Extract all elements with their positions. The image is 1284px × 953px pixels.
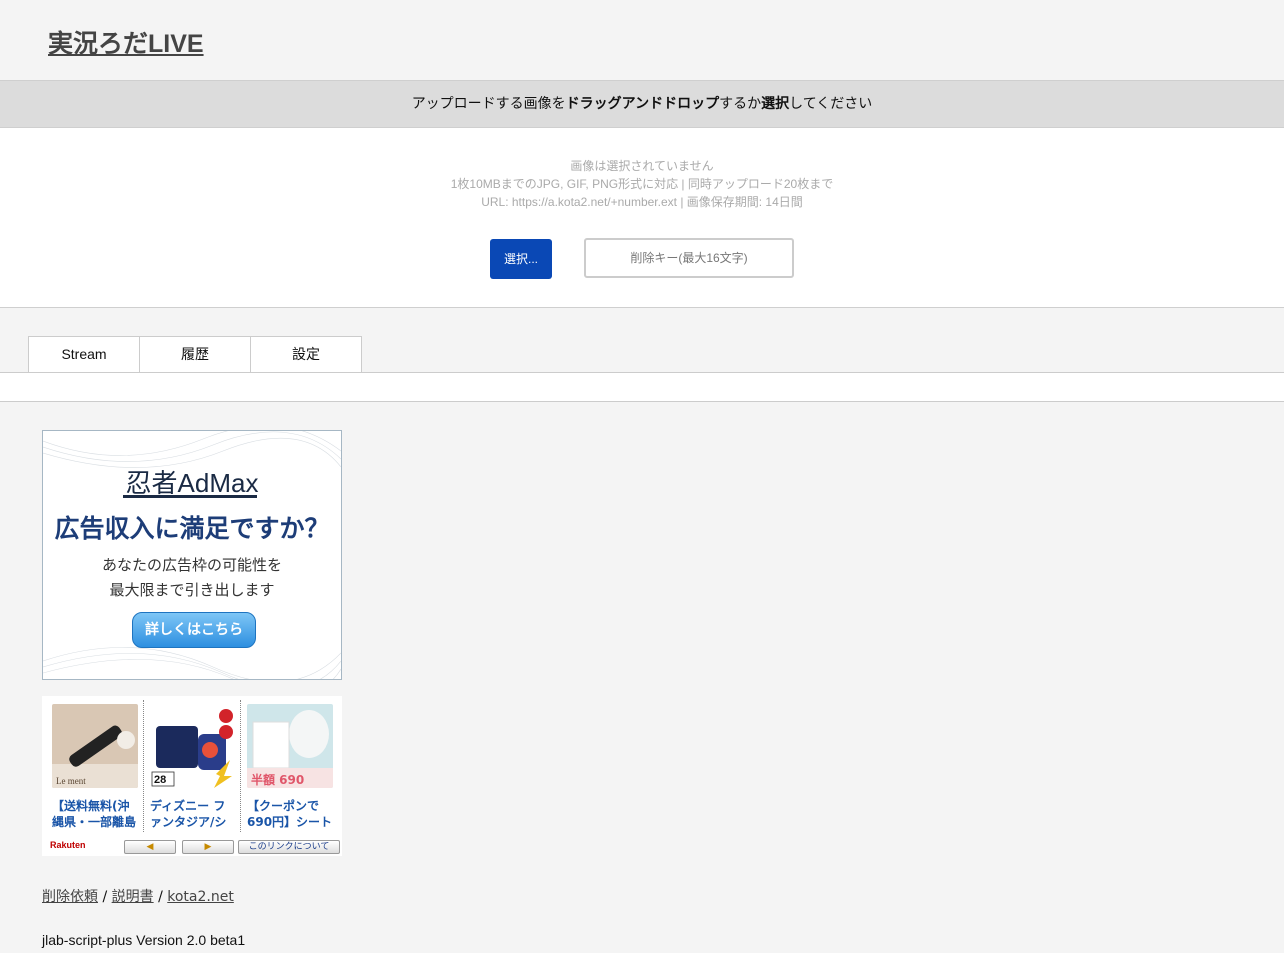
admax-brand-underline	[123, 495, 257, 498]
right-arrow-icon[interactable]: ▶	[182, 840, 234, 854]
rakuten-ad: Le ment 【送料無料(沖縄県・一部離島 28 ディズニー ファンタジア/シ…	[42, 696, 342, 856]
about-link-button[interactable]: このリンクについて	[238, 840, 340, 854]
header: 実況ろだLIVE	[0, 0, 1284, 80]
drop-text-select: 選択	[761, 96, 790, 112]
kota2-link[interactable]: kota2.net	[167, 889, 234, 905]
product-card-3[interactable]: 半額 690 【クーポンで690円】シート	[247, 704, 333, 830]
admax-cta-button[interactable]: 詳しくはこちら	[132, 612, 256, 648]
delete-key-input[interactable]: 削除キー(最大16文字)	[584, 238, 794, 278]
product-1-caption: Le ment	[56, 776, 86, 786]
upload-url-info: URL: https://a.kota2.net/+number.ext | 画…	[481, 195, 803, 209]
admax-banner[interactable]: 忍者AdMax 広告収入に満足ですか？ あなたの広告枠の可能性を 最大限まで引き…	[42, 430, 342, 680]
product-card-1[interactable]: Le ment 【送料無料(沖縄県・一部離島	[52, 704, 138, 830]
admax-headline: 広告収入に満足ですか？	[54, 514, 330, 543]
product-3-caption: 半額 690	[251, 772, 304, 787]
rakuten-ad-footer: Rakuten ◀ ▶ このリンクについて	[42, 838, 342, 856]
delete-request-link[interactable]: 削除依頼	[42, 889, 98, 905]
manual-link[interactable]: 説明書	[112, 889, 154, 905]
drop-zone[interactable]: アップロードする画像をドラッグアンドドロップするか選択してください	[0, 80, 1284, 128]
select-file-button[interactable]: 選択...	[490, 239, 552, 279]
upload-info: 画像は選択されていません 1枚10MBまでのJPG, GIF, PNG形式に対応…	[0, 157, 1284, 211]
product-card-2[interactable]: 28 ディズニー ファンタジア/シ	[150, 704, 236, 830]
upload-limits: 1枚10MBまでのJPG, GIF, PNG形式に対応 | 同時アップロード20…	[450, 177, 834, 191]
drop-text-drag: ドラッグアンドドロップ	[565, 96, 720, 112]
tab-panel	[0, 372, 1284, 402]
drop-text-middle: するか	[719, 96, 762, 112]
admax-sub-line2: 最大限まで引き出します	[109, 581, 275, 599]
separator	[240, 700, 241, 832]
product-1-title[interactable]: 【送料無料(沖縄県・一部離島	[52, 798, 138, 830]
product-2-title[interactable]: ディズニー ファンタジア/シ	[150, 798, 236, 830]
admax-subtext: あなたの広告枠の可能性を 最大限まで引き出します	[43, 553, 341, 603]
tab-history[interactable]: 履歴	[139, 336, 251, 372]
tab-settings[interactable]: 設定	[250, 336, 362, 372]
drop-text-suffix: してください	[789, 96, 873, 112]
footer-separator: /	[98, 889, 112, 905]
separator	[143, 700, 144, 832]
product-2-caption: 28	[154, 774, 166, 786]
drop-text-prefix: アップロードする画像を	[411, 96, 566, 112]
footer-links: 削除依頼 / 説明書 / kota2.net	[42, 886, 234, 906]
upload-panel: 画像は選択されていません 1枚10MBまでのJPG, GIF, PNG形式に対応…	[0, 128, 1284, 308]
rakuten-logo[interactable]: Rakuten	[50, 840, 86, 850]
face-mask-image: 半額 690	[247, 704, 333, 788]
product-3-title[interactable]: 【クーポンで690円】シート	[247, 798, 333, 830]
tab-bar: Stream 履歴 設定	[28, 336, 362, 372]
version-text: jlab-script-plus Version 2.0 beta1	[42, 932, 246, 948]
admax-sub-line1: あなたの広告枠の可能性を	[101, 556, 282, 574]
hair-brush-image: Le ment	[52, 704, 138, 788]
left-arrow-icon[interactable]: ◀	[124, 840, 176, 854]
disney-set-image: 28	[150, 704, 236, 788]
footer-separator: /	[153, 889, 168, 905]
upload-status: 画像は選択されていません	[570, 159, 714, 173]
tab-stream[interactable]: Stream	[28, 336, 140, 372]
site-title-link[interactable]: 実況ろだLIVE	[48, 24, 204, 60]
